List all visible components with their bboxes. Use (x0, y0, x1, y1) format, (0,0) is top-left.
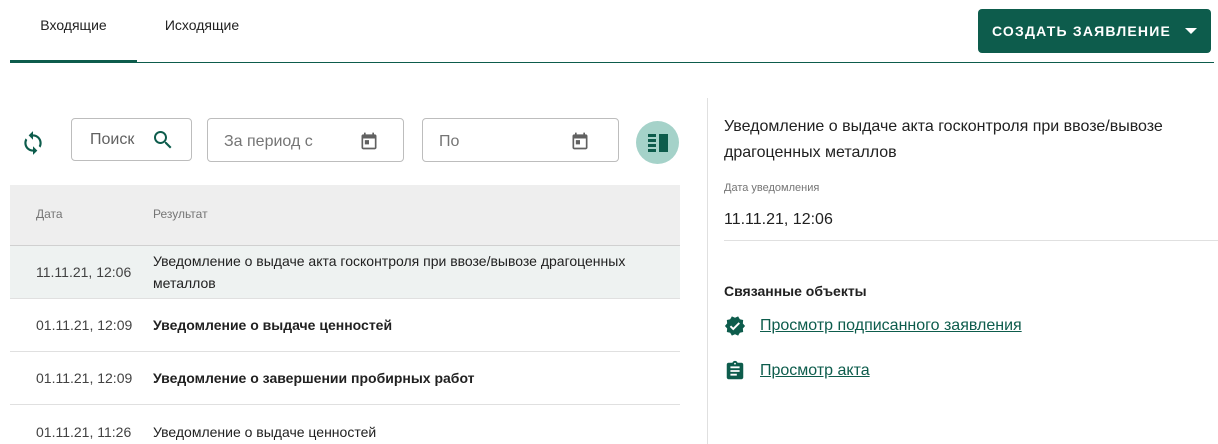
verified-badge-icon (724, 316, 746, 336)
detail-date-label: Дата уведомления (724, 182, 820, 194)
search-input[interactable] (90, 129, 150, 151)
row-date: 01.11.21, 11:26 (36, 423, 132, 440)
calendar-icon[interactable] (570, 131, 590, 151)
view-toggle-button[interactable] (636, 121, 679, 164)
column-header-result[interactable]: Результат (153, 207, 208, 221)
column-header-date[interactable]: Дата (36, 207, 63, 221)
notifications-table: Дата Результат 11.11.21, 12:06 Уведомлен… (10, 185, 680, 444)
panel-divider (707, 98, 708, 444)
table-row[interactable]: 01.11.21, 11:26 Уведомление о выдаче цен… (10, 405, 680, 444)
row-date: 11.11.21, 12:06 (36, 264, 132, 280)
view-act-link[interactable]: Просмотр акта (724, 359, 870, 383)
link-label[interactable]: Просмотр акта (760, 362, 870, 380)
date-from-field (207, 118, 404, 162)
refresh-icon[interactable] (20, 130, 46, 156)
clipboard-icon (726, 360, 744, 380)
detail-divider (724, 240, 1218, 241)
table-row[interactable]: 01.11.21, 12:09 Уведомление о завершении… (10, 352, 680, 405)
create-application-label: СОЗДАТЬ ЗАЯВЛЕНИЕ (991, 23, 1172, 39)
date-to-input[interactable] (439, 131, 559, 153)
link-label[interactable]: Просмотр подписанного заявления (760, 317, 1022, 335)
search-icon[interactable] (151, 128, 175, 152)
create-application-button[interactable]: СОЗДАТЬ ЗАЯВЛЕНИЕ (978, 9, 1211, 53)
row-date: 01.11.21, 12:09 (36, 370, 133, 386)
row-result: Уведомление о выдаче ценностей (153, 317, 393, 333)
caret-down-icon (1185, 28, 1198, 34)
tab-outgoing[interactable]: Исходящие (137, 0, 267, 62)
split-view-icon (647, 133, 668, 152)
row-result: Уведомление о завершении пробирных работ (153, 370, 475, 386)
detail-date-value: 11.11.21, 12:06 (724, 211, 833, 228)
date-from-input[interactable] (224, 131, 344, 153)
detail-title: Уведомление о выдаче акта госконтроля пр… (724, 118, 1163, 161)
table-row[interactable]: 01.11.21, 12:09 Уведомление о выдаче цен… (10, 299, 680, 352)
table-header: Дата Результат (10, 185, 680, 246)
view-signed-application-link[interactable]: Просмотр подписанного заявления (724, 314, 1022, 338)
related-objects-heading: Связанные объекты (724, 283, 867, 299)
table-row[interactable]: 11.11.21, 12:06 Уведомление о выдаче акт… (10, 246, 680, 299)
search-field (71, 118, 192, 161)
row-result: Уведомление о выдаче акта госконтроля пр… (153, 253, 626, 291)
calendar-icon[interactable] (359, 131, 379, 151)
row-date: 01.11.21, 12:09 (36, 317, 133, 333)
tab-incoming[interactable]: Входящие (10, 0, 137, 63)
row-result: Уведомление о выдаче ценностей (153, 423, 377, 440)
date-to-field (422, 118, 619, 162)
